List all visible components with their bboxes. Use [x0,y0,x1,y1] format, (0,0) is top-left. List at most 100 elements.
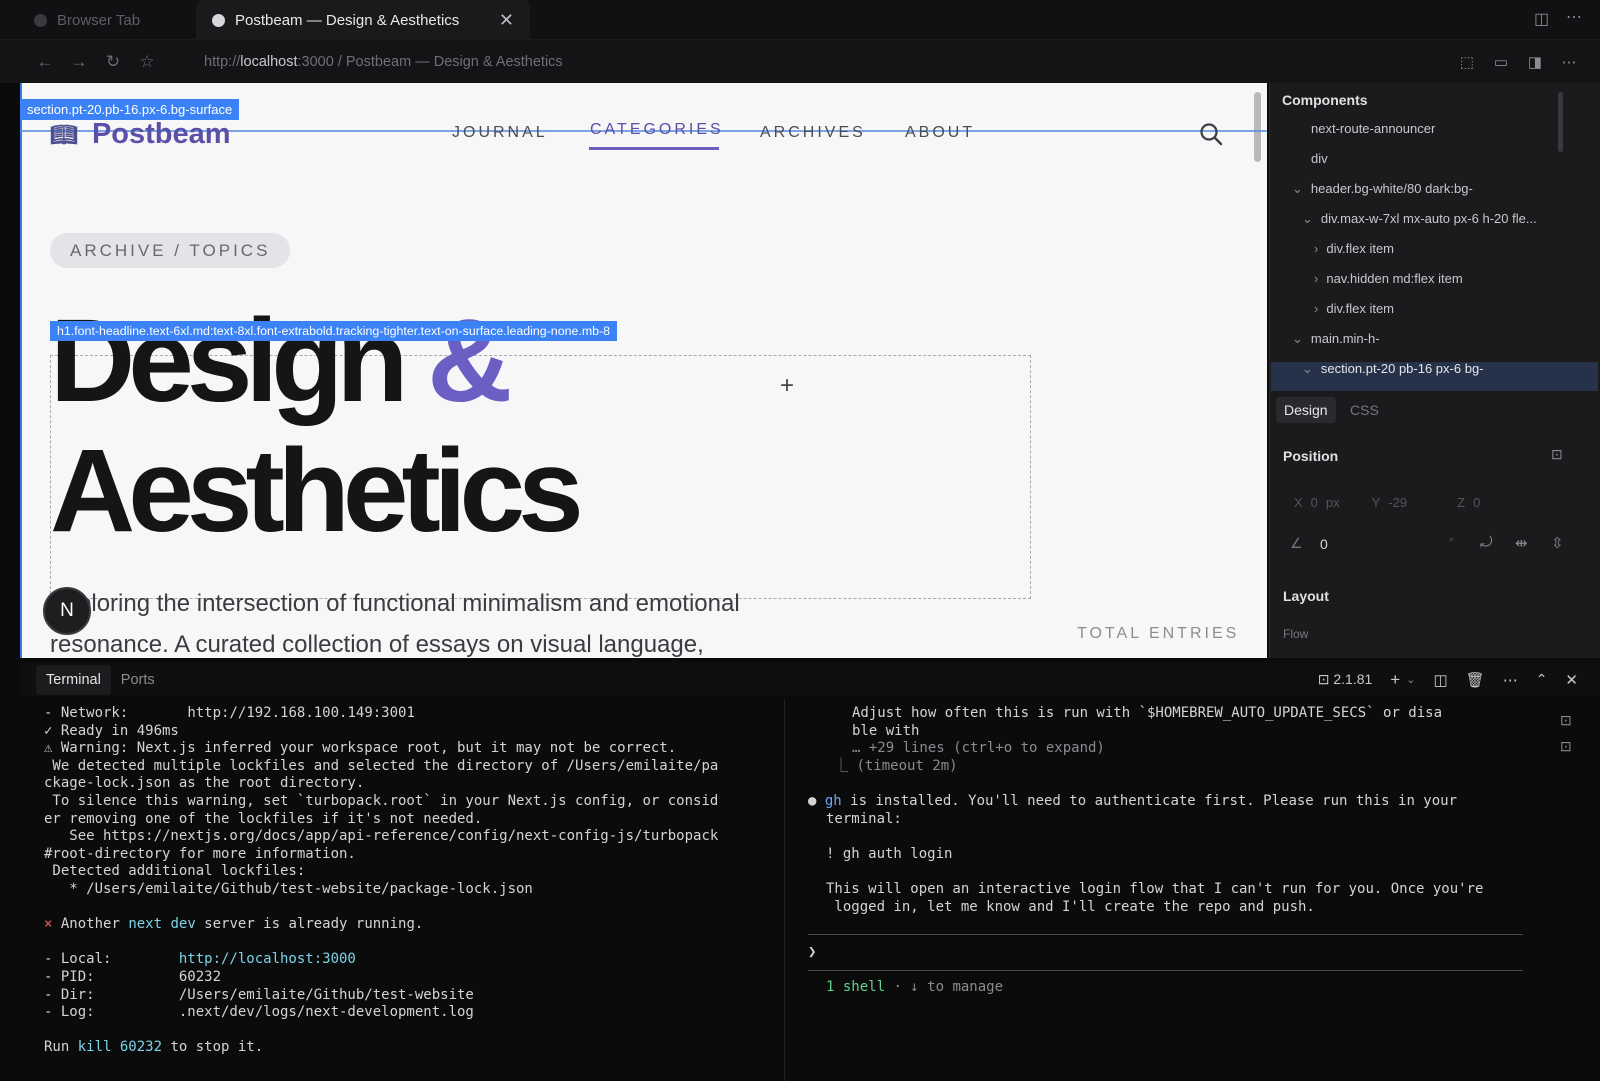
console-icon[interactable]: ▭ [1484,53,1518,71]
chevron-up-icon[interactable]: ⌃ [1536,671,1548,688]
site-logo[interactable]: 📖︎ Postbeam [50,118,231,151]
x-input[interactable]: 0 [1311,495,1318,510]
flip-vertical-icon[interactable]: ⇳ [1551,534,1564,552]
terminal-line: ⎿ (timeout 2m) [808,758,1528,776]
tree-node-label: div.flex item [1326,241,1395,256]
tree-node[interactable]: ⌄ header.bg-white/80 dark:bg- [1292,181,1473,197]
z-label: Z [1457,495,1466,510]
terminal-line: - Dir: /Users/emilaite/Github/test-websi… [44,986,474,1003]
terminal-line: ble with [852,722,920,739]
tree-node[interactable]: ⌄ main.min-h- [1292,331,1380,347]
chevron-right-icon: › [1314,271,1319,286]
more-icon[interactable]: ⋯ [1503,671,1518,689]
bookmark-star-icon[interactable]: ☆ [130,52,164,72]
nav-about[interactable]: ABOUT [905,124,975,142]
inspect-icon[interactable]: ⬚ [1450,53,1484,71]
tree-node[interactable]: ⌄ div.max-w-7xl mx-auto px-6 h-20 fle... [1302,211,1537,227]
timeout-text: (timeout 2m) [856,757,958,774]
browser-tab-inactive[interactable]: Browser Tab [18,0,193,40]
rotation-input[interactable]: 0 [1320,536,1328,552]
flip-horizontal-icon[interactable]: ⇹ [1515,534,1528,552]
more-icon[interactable]: ⋯ [1566,7,1582,27]
close-icon[interactable]: ✕ [499,10,514,31]
page-title-line2: Aesthetics [50,425,584,557]
more-icon[interactable]: ⋯ [1552,53,1586,71]
y-input[interactable]: -29 [1388,495,1407,510]
flow-label: Flow [1283,627,1309,641]
url-bar: ← → ↻ ☆ http://localhost:3000 / Postbeam… [0,40,1600,83]
chevron-down-icon[interactable]: ⌄ [1406,673,1415,686]
tab-label: Postbeam — Design & Aesthetics [235,11,460,29]
search-icon[interactable] [1198,121,1224,147]
terminal-session[interactable]: ⊡ 2.1.81 [1318,671,1373,688]
back-icon[interactable]: ← [28,52,62,72]
position-toggle-icon[interactable]: ⊡ [1551,446,1563,463]
split-terminal-icon[interactable]: ◫ [1433,671,1447,689]
terminal-line: See https://nextjs.org/docs/app/api-refe… [44,828,719,845]
tree-node-selected[interactable]: ⌄ section.pt-20 pb-16 px-6 bg- [1302,361,1484,377]
split-view-icon[interactable]: ◫ [1534,9,1549,29]
address-field[interactable]: http://localhost:3000 / Postbeam — Desig… [204,54,563,70]
terminal-line: logged in, let me know and I'll create t… [826,898,1315,915]
rotate-icon[interactable]: ⤾ [1480,534,1493,551]
terminal-instance-icon[interactable]: ⊡ [1560,738,1572,755]
tree-node-label: div.flex item [1326,301,1395,316]
panel-icon[interactable]: ◨ [1518,53,1552,71]
nav-categories[interactable]: CATEGORIES [590,121,724,139]
terminal-line[interactable]: … +29 lines (ctrl+o to expand) [808,740,1528,758]
tab-ports[interactable]: Ports [111,665,165,695]
terminal-instance-icon[interactable]: ⊡ [1560,712,1572,729]
new-terminal-icon[interactable]: + [1390,670,1400,690]
terminal-version: 2.1.81 [1333,671,1373,687]
browser-tab-active[interactable]: Postbeam — Design & Aesthetics ✕ [196,0,530,40]
tab-terminal[interactable]: Terminal [36,664,111,695]
forward-icon[interactable]: → [62,52,96,72]
components-title: Components [1282,92,1368,108]
viewport-scrollbar[interactable] [1254,92,1261,162]
tab-design[interactable]: Design [1276,397,1336,423]
reload-icon[interactable]: ↻ [96,52,130,72]
book-icon: 📖︎ [50,121,78,147]
close-icon[interactable]: ✕ [1565,671,1578,689]
tree-node[interactable]: div [1311,151,1328,166]
lead-text-line2: resonance. A curated collection of essay… [50,631,704,658]
tree-node[interactable]: next-route-announcer [1311,121,1435,136]
terminal-line: Detected additional lockfiles: [44,863,306,880]
layout-title: Layout [1283,588,1329,604]
tree-node[interactable]: › nav.hidden md:flex item [1314,271,1463,286]
network-url[interactable]: http://192.168.100.149:3001 [187,705,415,721]
shell-status[interactable]: 1 shell · ↓ to manage [808,979,1528,997]
nav-archives[interactable]: ARCHIVES [760,124,866,142]
page-title-line1: Design & [50,302,512,420]
tree-node-label: section.pt-20 pb-16 px-6 bg- [1320,361,1484,376]
inspector-scrollbar[interactable] [1558,92,1563,152]
local-url[interactable]: http://localhost:3000 [179,951,356,967]
prompt-input[interactable]: ❯ [808,944,1528,962]
terminal-line: - Local: http://localhost:3000 [44,951,718,969]
y-label: Y [1371,495,1381,510]
terminal-line: ! gh auth login [826,845,953,862]
terminal-line: Adjust how often this is run with `$HOME… [852,705,1443,721]
section-selection-badge: section.pt-20.pb-16.px-6.bg-surface [20,99,240,120]
trash-icon[interactable]: 🗑︎ [1466,671,1485,689]
url-prefix: http:// [204,53,241,70]
add-icon[interactable]: + [780,372,794,400]
next-dev-indicator[interactable]: N [43,587,91,635]
nav-journal[interactable]: JOURNAL [452,124,548,142]
chevron-right-icon: › [1314,301,1319,316]
terminal-toolbar: Terminal Ports ⊡ 2.1.81 + ⌄ ◫ 🗑︎ ⋯ ⌃ ✕ [20,663,1600,696]
terminal-right-pane: Adjust how often this is run with `$HOME… [808,705,1528,997]
globe-icon [34,13,47,27]
tree-node[interactable]: › div.flex item [1314,301,1394,316]
chevron-down-icon: ⌄ [1292,181,1303,196]
tab-css[interactable]: CSS [1350,402,1379,418]
error-text: Another [60,916,129,933]
tree-node[interactable]: › div.flex item [1314,241,1394,256]
terminal-split-divider[interactable] [784,700,785,1081]
terminal-line: ● gh is installed. You'll need to authen… [808,793,1528,811]
z-input[interactable]: 0 [1473,495,1480,510]
